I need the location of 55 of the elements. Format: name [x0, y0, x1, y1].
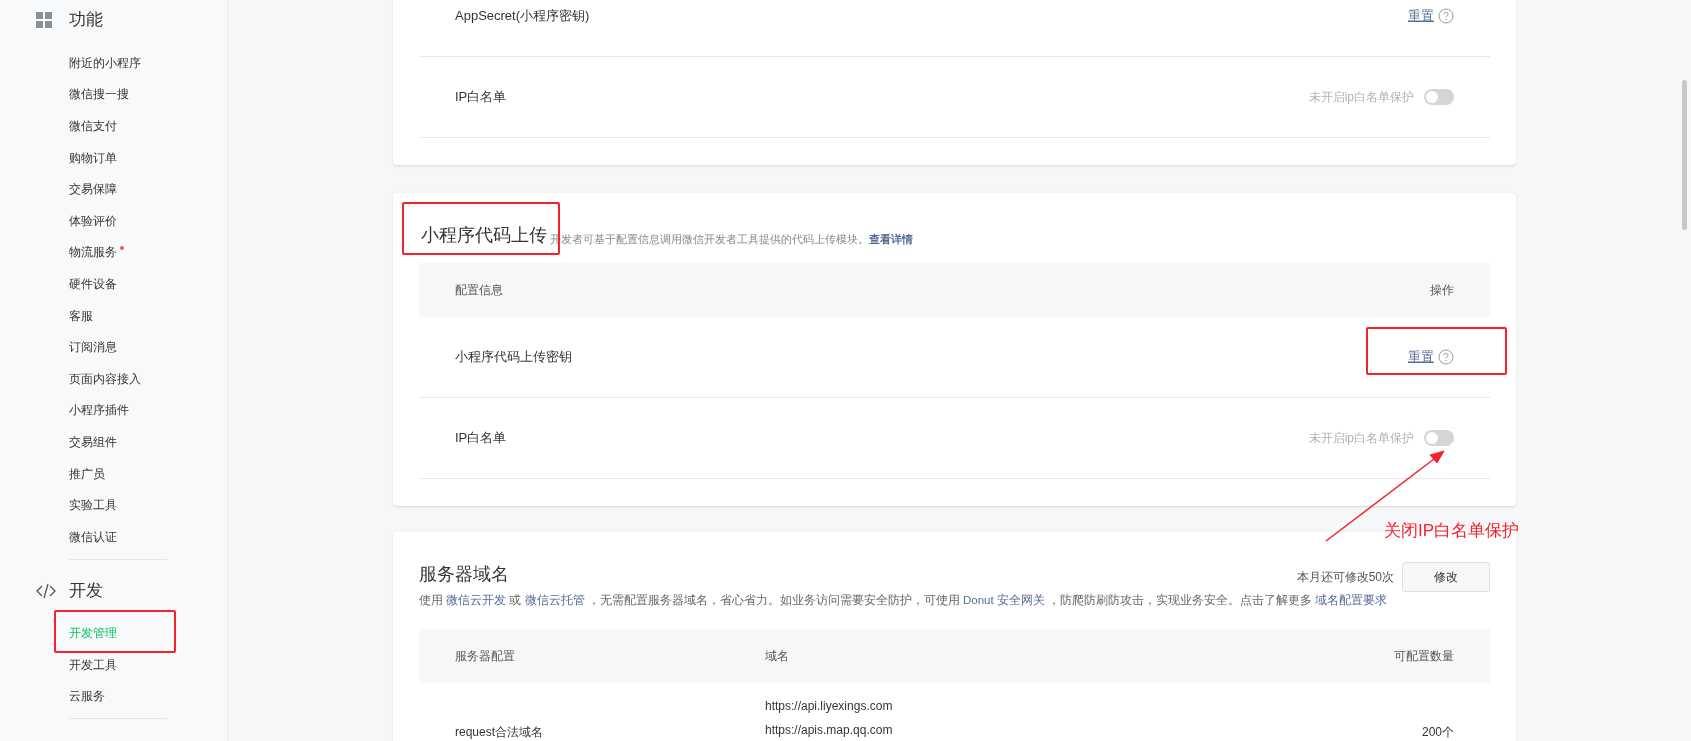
table-cell-text: request合法域名: [455, 724, 545, 741]
column-header: 配置信息: [455, 282, 503, 299]
config-label: IP白名单: [455, 88, 507, 107]
edit-button[interactable]: 修改: [1402, 562, 1490, 592]
table-cell-text: 200个: [1420, 724, 1454, 741]
sidebar-item[interactable]: 实验工具: [69, 496, 117, 515]
reset-link[interactable]: 重置: [1408, 347, 1434, 367]
code-icon: [36, 582, 56, 599]
domain-text: https://apis.map.qq.com: [765, 722, 894, 740]
config-label: IP白名单: [455, 429, 507, 448]
toggle-switch[interactable]: [1424, 430, 1454, 446]
help-icon[interactable]: [1438, 349, 1454, 365]
sidebar-item[interactable]: 交易组件: [69, 432, 117, 451]
card-description: 使用 微信云开发 或 微信云托管 ，无需配置服务器域名，省心省力。如业务访问需要安全防护，可使用 Donut 安全网关 ，防爬防刷防攻击，实现业务安全。点击了解更多 域名配置要求: [419, 593, 1389, 608]
reset-link[interactable]: 重置: [1408, 6, 1434, 26]
sidebar-item[interactable]: 购物订单: [69, 148, 117, 167]
sidebar-item[interactable]: 微信认证: [69, 527, 117, 546]
annotation-text: 关闭IP白名单保护: [1384, 520, 1520, 542]
quota-text: 本月还可修改50次: [1296, 569, 1394, 586]
sidebar-item[interactable]: 硬件设备: [69, 274, 117, 293]
sidebar-item[interactable]: 开发工具: [69, 655, 117, 674]
sidebar-item[interactable]: 客服: [69, 306, 93, 325]
config-label: 小程序代码上传密钥: [455, 348, 572, 367]
column-header: 操作: [1430, 282, 1454, 299]
grid-icon: [36, 12, 52, 28]
sidebar-item[interactable]: 推广员: [69, 464, 105, 483]
help-icon[interactable]: [1438, 8, 1454, 24]
scrollbar-thumb[interactable]: [1682, 80, 1687, 230]
column-header: 可配置数量: [1393, 648, 1454, 666]
toggle-status: 未开启ip白名单保护: [1308, 89, 1414, 106]
details-link[interactable]: 查看详情: [869, 230, 913, 247]
sidebar-item[interactable]: 微信搜一搜: [69, 85, 129, 104]
sidebar-item[interactable]: 体验评价: [69, 211, 117, 230]
toggle-switch[interactable]: [1424, 89, 1454, 105]
card-title: 小程序代码上传: [421, 224, 547, 247]
help-link[interactable]: 域名配置要求: [1315, 594, 1388, 606]
help-link[interactable]: Donut 安全网关: [963, 594, 1045, 606]
sidebar-item[interactable]: 页面内容接入: [69, 369, 141, 388]
section-title: 开发: [69, 579, 103, 602]
help-link[interactable]: 微信云开发: [446, 594, 507, 606]
sidebar-item[interactable]: 交易保障: [69, 180, 117, 199]
sidebar-item[interactable]: 小程序插件: [69, 401, 129, 420]
domain-text: https://api.liyexings.com: [765, 698, 894, 716]
config-label: AppSecret(小程序密钥): [455, 7, 590, 26]
sidebar-item[interactable]: 订阅消息: [69, 338, 117, 357]
sidebar-item[interactable]: 微信支付: [69, 117, 117, 135]
section-title: 功能: [69, 9, 103, 32]
toggle-status: 未开启ip白名单保护: [1308, 430, 1414, 447]
sidebar-item[interactable]: 附近的小程序: [69, 53, 141, 72]
card-title: 服务器域名: [419, 563, 509, 586]
column-header: 服务器配置: [455, 648, 516, 666]
sidebar-item[interactable]: 物流服务: [69, 243, 117, 262]
help-link[interactable]: 微信云托管: [524, 594, 585, 606]
sidebar-item[interactable]: 云服务: [69, 687, 105, 706]
column-header: 域名: [765, 648, 790, 666]
